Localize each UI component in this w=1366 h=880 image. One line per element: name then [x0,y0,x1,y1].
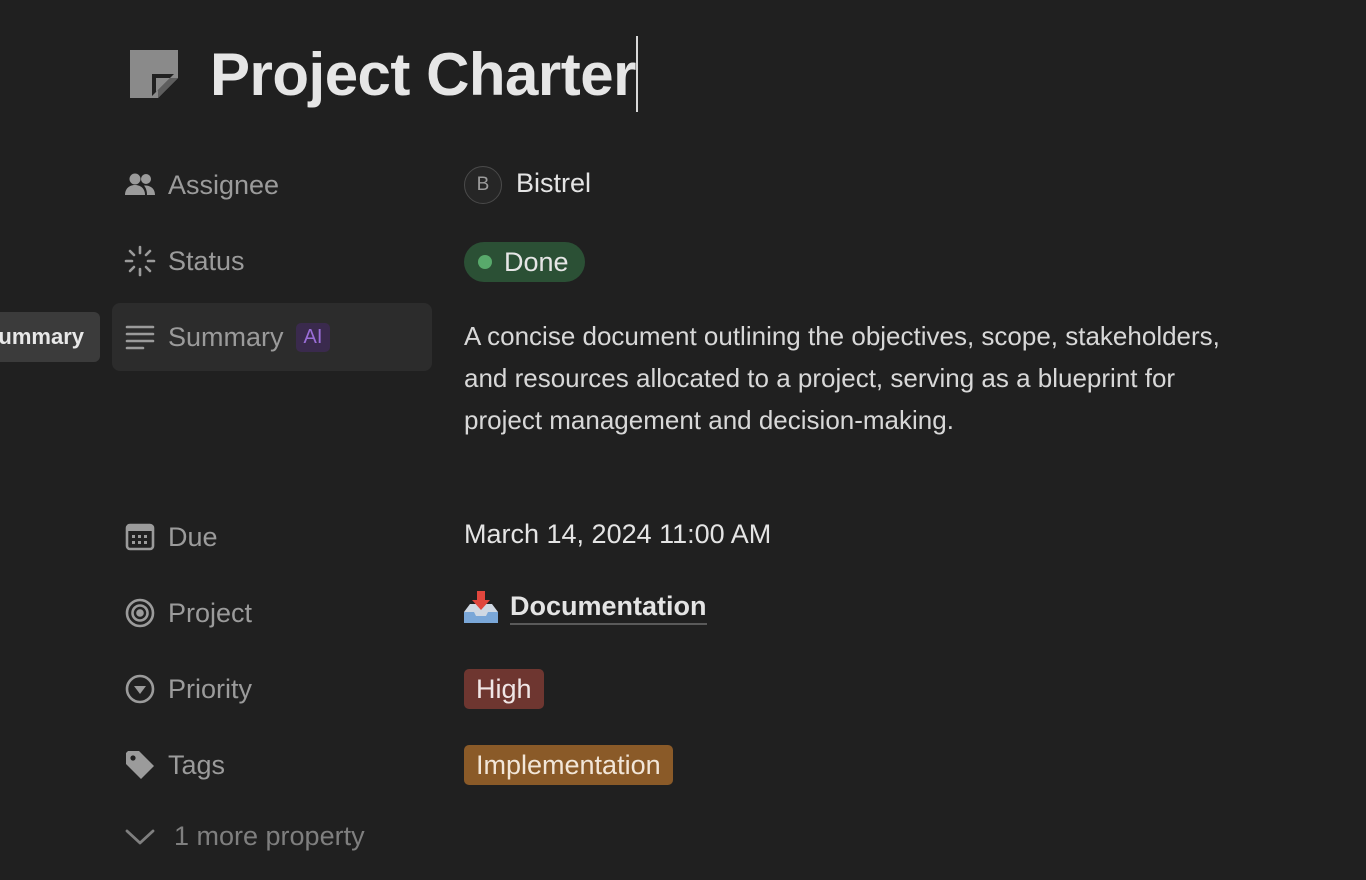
ai-badge: AI [295,322,331,352]
inbox-tray-icon [464,591,498,623]
property-summary[interactable]: Summary AI [112,303,432,371]
title-row: Project Charter [128,34,638,114]
summary-value[interactable]: A concise document outlining the objecti… [464,315,1234,441]
more-properties-label: 1 more property [174,820,365,851]
chevron-down-icon [125,829,155,845]
page-title[interactable]: Project Charter [210,40,636,109]
status-dot [478,255,492,269]
property-project[interactable]: Project [112,579,432,647]
more-properties-toggle[interactable]: 1 more property [124,820,365,852]
text-lines-icon [124,321,156,353]
tag-badge[interactable]: Implementation [464,745,673,785]
due-value[interactable]: March 14, 2024 11:00 AM [464,519,771,550]
avatar[interactable]: B [464,166,502,204]
tag-icon [124,749,156,781]
project-link[interactable]: Documentation [462,590,707,626]
property-label: Status [168,245,245,276]
property-label: Summary [168,321,284,352]
property-label: Priority [168,673,253,704]
property-label: Due [168,521,218,552]
property-status[interactable]: Status [112,227,432,295]
property-priority[interactable]: Priority [112,655,432,723]
summary-tooltip: ummary [0,312,100,362]
status-value: Done [504,246,569,277]
page-icon[interactable] [128,48,180,100]
property-label: Project [168,597,253,628]
property-label: Tags [168,749,226,780]
property-label: Assignee [168,169,280,200]
chevron-circle-icon [124,673,156,705]
people-icon [124,169,156,201]
status-badge[interactable]: Done [464,242,585,282]
assignee-value[interactable]: Bistrel [516,168,591,199]
property-due[interactable]: Due [112,503,432,571]
tooltip-text: ummary [0,324,84,349]
target-icon [124,597,156,629]
property-assignee[interactable]: Assignee [112,151,432,219]
calendar-icon [124,521,156,553]
priority-badge[interactable]: High [464,669,544,709]
property-tags[interactable]: Tags [112,731,432,799]
text-cursor [635,36,638,112]
page-properties-view: Project Charter ummary Assignee B Bistre… [0,0,1366,880]
spinner-icon [124,245,156,277]
project-value[interactable]: Documentation [510,591,707,625]
